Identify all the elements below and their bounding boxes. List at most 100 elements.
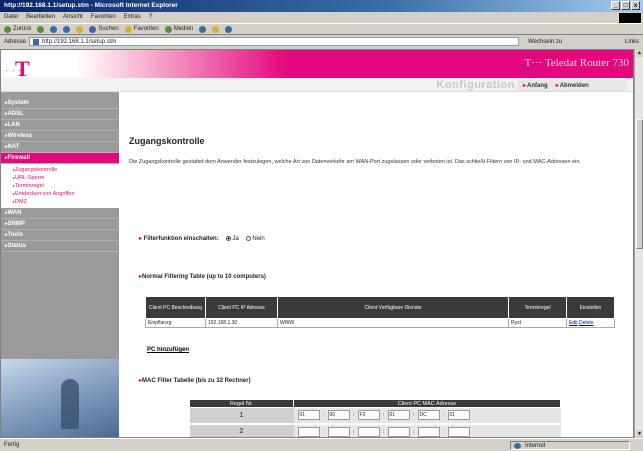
- minimize-button[interactable]: _: [611, 1, 620, 10]
- search-button[interactable]: Suchen: [89, 25, 119, 33]
- nav-anfang[interactable]: Anfang: [523, 82, 548, 89]
- mac-octet-input[interactable]: [357, 426, 380, 437]
- cell-services: WWW: [277, 318, 509, 328]
- mac-row: 1 01:00: F3:01: DC:01: [189, 407, 561, 425]
- menu-help[interactable]: ?: [149, 14, 152, 21]
- favorites-button[interactable]: Favoriten: [124, 25, 159, 33]
- nav-abmelden[interactable]: Abmelden: [556, 82, 589, 89]
- menu-extras[interactable]: Extras: [124, 14, 141, 21]
- mac-address-fields: 01:00: F3:01: DC:01: [293, 407, 561, 425]
- radio-ja[interactable]: [226, 235, 232, 241]
- refresh-icon: [63, 25, 71, 33]
- home-button[interactable]: [76, 25, 84, 33]
- sidebar-item-snmp[interactable]: SNMP: [1, 219, 119, 230]
- col-mac-address: Client PC MAC Adresse: [293, 399, 561, 408]
- menu-bar: Datei Bearbeiten Ansicht Favoriten Extra…: [0, 12, 643, 23]
- add-pc-link[interactable]: PC hinzufügen: [147, 347, 189, 353]
- media-icon: [164, 25, 172, 33]
- go-button[interactable]: Wechseln zu: [528, 39, 562, 45]
- back-label: Zurück: [13, 26, 32, 32]
- mac-octet-input[interactable]: [297, 426, 320, 437]
- mac-row: 2:::::: [189, 423, 561, 437]
- history-button[interactable]: [199, 25, 207, 33]
- col-pc-desc: Client PC Beschreibung: [145, 296, 206, 319]
- media-button[interactable]: Medien: [164, 25, 193, 33]
- page-description: Die Zugangskontrolle gestattet dem Anwen…: [129, 159, 581, 165]
- mac-octet-input[interactable]: [387, 426, 410, 437]
- mac-separator: :: [382, 428, 385, 435]
- mac-octet-input[interactable]: 00: [327, 410, 350, 421]
- sidebar-item-firewall[interactable]: Firewall: [1, 153, 119, 164]
- mac-octet-input[interactable]: [327, 426, 350, 437]
- col-configure: Einstellen: [566, 296, 615, 319]
- mac-separator: :: [352, 412, 355, 419]
- printer-icon: [225, 25, 233, 33]
- subnav-zugangskontrolle[interactable]: Zugangskontrolle: [13, 166, 119, 174]
- mail-icon: [212, 25, 220, 33]
- menu-bearbeiten[interactable]: Bearbeiten: [26, 14, 55, 21]
- sidebar-item-system[interactable]: System: [1, 98, 119, 109]
- top-nav: Anfang Abmelden: [517, 80, 627, 91]
- sidebar-item-wireless[interactable]: Wireless: [1, 131, 119, 142]
- delete-link[interactable]: Delete: [579, 320, 593, 326]
- sidebar-item-status[interactable]: Status: [1, 241, 119, 252]
- col-services: Client Verfügbare Dienste: [277, 296, 509, 319]
- close-button[interactable]: x: [631, 1, 640, 10]
- mac-octet-input[interactable]: [447, 426, 470, 437]
- print-button[interactable]: [225, 25, 233, 33]
- mac-rule-number: 2: [189, 423, 294, 437]
- radio-nein[interactable]: [246, 235, 252, 241]
- back-button[interactable]: Zurück: [4, 25, 32, 33]
- mac-octet-input[interactable]: [417, 426, 440, 437]
- normal-filter-table: Client PC Beschreibung Client PC IP Adre…: [145, 296, 615, 328]
- page-title: Zugangskontrolle: [129, 136, 205, 146]
- forward-button[interactable]: [37, 25, 45, 33]
- mail-button[interactable]: [212, 25, 220, 33]
- address-bar: Adresse http://192.168.1.1/setup.stm Wec…: [0, 35, 643, 48]
- vertical-scrollbar[interactable]: ▲ ▼: [634, 49, 643, 438]
- zone-label: Internet: [525, 443, 546, 449]
- subnav-angriffe[interactable]: Entdecken von Angriffen: [13, 190, 119, 198]
- router-title: T··· Teledat Router 730: [524, 57, 629, 69]
- mac-octet-input[interactable]: DC: [417, 410, 440, 421]
- radio-ja-label: Ja: [232, 236, 239, 242]
- window-titlebar: http://192.168.1.1/setup.stm - Microsoft…: [0, 0, 643, 12]
- window-title: http://192.168.1.1/setup.stm - Microsoft…: [4, 2, 178, 9]
- history-icon: [199, 25, 207, 33]
- subnav-terminregel[interactable]: Terminregel: [13, 182, 119, 190]
- menu-ansicht[interactable]: Ansicht: [63, 14, 83, 21]
- edit-link[interactable]: Edit: [569, 320, 578, 326]
- search-label: Suchen: [98, 26, 119, 32]
- table-row: Einpflanzg 192.168.1.30 WWW Ryst Edit De…: [145, 318, 615, 328]
- sidebar-item-lan[interactable]: LAN: [1, 120, 119, 131]
- sidebar-item-wan[interactable]: WAN: [1, 208, 119, 219]
- mac-separator: :: [352, 428, 355, 435]
- links-button[interactable]: Links: [625, 39, 639, 45]
- mac-address-fields: :::::: [293, 423, 561, 437]
- subnav-dmz[interactable]: DMZ: [13, 198, 119, 206]
- cell-ip: 192.168.1.30: [205, 318, 278, 328]
- radio-nein-label: Nein: [252, 236, 265, 242]
- person-figure: [61, 379, 79, 429]
- mac-octet-input[interactable]: F3: [357, 410, 380, 421]
- mac-separator: :: [412, 428, 415, 435]
- search-icon: [89, 25, 97, 33]
- sidebar-item-tools[interactable]: Tools: [1, 230, 119, 241]
- maximize-button[interactable]: □: [621, 1, 630, 10]
- mac-octet-input[interactable]: 01: [447, 410, 470, 421]
- menu-datei[interactable]: Datei: [4, 14, 18, 21]
- menu-favoriten[interactable]: Favoriten: [91, 14, 116, 21]
- mac-octet-input[interactable]: 01: [297, 410, 320, 421]
- refresh-button[interactable]: [63, 25, 71, 33]
- subnav-url-sperre[interactable]: URL-Sperre: [13, 174, 119, 182]
- home-icon: [76, 25, 84, 33]
- scroll-up-icon[interactable]: ▲: [636, 49, 643, 57]
- stop-button[interactable]: [50, 25, 58, 33]
- scroll-thumb[interactable]: [636, 119, 643, 249]
- mac-octet-input[interactable]: 01: [387, 410, 410, 421]
- col-pc-ip: Client PC IP Adresse: [205, 296, 278, 319]
- scroll-down-icon[interactable]: ▼: [636, 430, 643, 438]
- address-input[interactable]: http://192.168.1.1/setup.stm: [29, 37, 520, 46]
- sidebar-item-nat[interactable]: NAT: [1, 142, 119, 153]
- sidebar-item-adsl[interactable]: ADSL: [1, 109, 119, 120]
